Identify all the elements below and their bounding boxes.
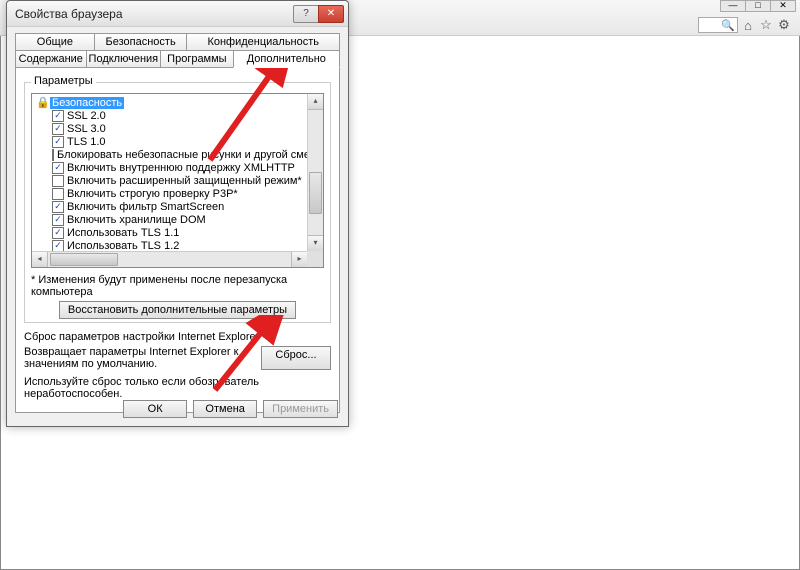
tab-advanced[interactable]: Дополнительно xyxy=(233,50,340,68)
horizontal-scrollbar[interactable]: ◂ ▸ xyxy=(32,251,307,267)
checkbox[interactable]: ✓ xyxy=(52,214,64,226)
reset-heading: Сброс параметров настройки Internet Expl… xyxy=(24,331,331,343)
close-window-button[interactable]: ✕ xyxy=(770,0,796,12)
tab-panel-advanced: Параметры 🔒Безопасность✓SSL 2.0✓SSL 3.0✓… xyxy=(15,67,340,413)
help-button[interactable]: ? xyxy=(293,5,319,23)
option-label: SSL 2.0 xyxy=(67,110,106,122)
internet-options-dialog: Свойства браузера ? ✕ Общие Безопасность… xyxy=(6,0,349,427)
favorites-icon[interactable]: ☆ xyxy=(758,17,774,33)
dialog-titlebar[interactable]: Свойства браузера ? ✕ xyxy=(7,1,348,27)
tab-privacy[interactable]: Конфиденциальность xyxy=(186,33,340,50)
checkbox[interactable]: ✓ xyxy=(52,110,64,122)
reset-note: Используйте сброс только если обозревате… xyxy=(24,376,331,400)
settings-group: Параметры 🔒Безопасность✓SSL 2.0✓SSL 3.0✓… xyxy=(24,82,331,323)
tab-general[interactable]: Общие xyxy=(15,33,95,50)
restart-note: * Изменения будут применены после переза… xyxy=(31,274,324,298)
option-label: Блокировать небезопасные рисунки и друго… xyxy=(57,149,324,161)
option-label: Включить фильтр SmartScreen xyxy=(67,201,224,213)
option-label: Включить расширенный защищенный режим* xyxy=(67,175,302,187)
checkbox[interactable] xyxy=(52,149,54,161)
scroll-thumb-v[interactable] xyxy=(309,172,322,214)
checkbox[interactable]: ✓ xyxy=(52,123,64,135)
option-label: Включить внутреннюю поддержку XMLHTTP xyxy=(67,162,295,174)
cancel-button[interactable]: Отмена xyxy=(193,400,257,418)
tab-security[interactable]: Безопасность xyxy=(94,33,188,50)
apply-button[interactable]: Применить xyxy=(263,400,338,418)
tree-option[interactable]: ✓TLS 1.0 xyxy=(36,135,312,148)
checkbox[interactable]: ✓ xyxy=(52,240,64,252)
scroll-left-button[interactable]: ◂ xyxy=(32,252,48,267)
reset-button[interactable]: Сброс... xyxy=(261,346,331,370)
option-label: Использовать TLS 1.2 xyxy=(67,240,179,252)
minimize-button[interactable]: — xyxy=(720,0,746,12)
scroll-corner xyxy=(307,251,323,267)
tree-option[interactable]: ✓Использовать TLS 1.1 xyxy=(36,226,312,239)
category-label: Безопасность xyxy=(50,97,124,109)
scroll-up-button[interactable]: ▴ xyxy=(308,94,323,110)
tree-option[interactable]: ✓Включить хранилище DOM xyxy=(36,213,312,226)
checkbox[interactable] xyxy=(52,175,64,187)
scroll-thumb-h[interactable] xyxy=(50,253,118,266)
tree-option[interactable]: ✓SSL 2.0 xyxy=(36,109,312,122)
checkbox[interactable] xyxy=(52,188,64,200)
settings-tree[interactable]: 🔒Безопасность✓SSL 2.0✓SSL 3.0✓TLS 1.0Бло… xyxy=(31,93,324,268)
search-icon: 🔍 xyxy=(721,19,735,32)
tree-option[interactable]: ✓Включить фильтр SmartScreen xyxy=(36,200,312,213)
lock-icon: 🔒 xyxy=(36,97,50,109)
tree-category-security[interactable]: 🔒Безопасность xyxy=(36,96,312,109)
tabs: Общие Безопасность Конфиденциальность Со… xyxy=(15,33,340,68)
reset-description: Возвращает параметры Internet Explorer к… xyxy=(24,346,253,370)
ok-button[interactable]: ОК xyxy=(123,400,187,418)
tab-content[interactable]: Содержание xyxy=(15,50,87,68)
vertical-scrollbar[interactable]: ▴ ▾ xyxy=(307,94,323,251)
maximize-button[interactable]: □ xyxy=(745,0,771,12)
tree-option[interactable]: ✓Включить внутреннюю поддержку XMLHTTP xyxy=(36,161,312,174)
scroll-down-button[interactable]: ▾ xyxy=(308,235,323,251)
checkbox[interactable]: ✓ xyxy=(52,227,64,239)
settings-group-label: Параметры xyxy=(31,75,96,87)
scroll-right-button[interactable]: ▸ xyxy=(291,252,307,267)
checkbox[interactable]: ✓ xyxy=(52,162,64,174)
option-label: Использовать TLS 1.1 xyxy=(67,227,179,239)
dialog-buttons: ОК Отмена Применить xyxy=(123,400,338,418)
close-button[interactable]: ✕ xyxy=(318,5,344,23)
tree-option[interactable]: Включить расширенный защищенный режим* xyxy=(36,174,312,187)
home-icon[interactable]: ⌂ xyxy=(740,17,756,33)
tree-option[interactable]: Блокировать небезопасные рисунки и друго… xyxy=(36,148,312,161)
tree-option[interactable]: Включить строгую проверку P3P* xyxy=(36,187,312,200)
option-label: Включить строгую проверку P3P* xyxy=(67,188,238,200)
tools-icon[interactable]: ⚙ xyxy=(776,17,792,33)
search-box[interactable]: 🔍 xyxy=(698,17,738,33)
tree-option[interactable]: ✓SSL 3.0 xyxy=(36,122,312,135)
tab-programs[interactable]: Программы xyxy=(160,50,234,68)
option-label: SSL 3.0 xyxy=(67,123,106,135)
option-label: Включить хранилище DOM xyxy=(67,214,206,226)
option-label: TLS 1.0 xyxy=(67,136,106,148)
dialog-title: Свойства браузера xyxy=(15,7,293,21)
restore-defaults-button[interactable]: Восстановить дополнительные параметры xyxy=(59,301,296,319)
checkbox[interactable]: ✓ xyxy=(52,201,64,213)
checkbox[interactable]: ✓ xyxy=(52,136,64,148)
tab-connections[interactable]: Подключения xyxy=(86,50,162,68)
